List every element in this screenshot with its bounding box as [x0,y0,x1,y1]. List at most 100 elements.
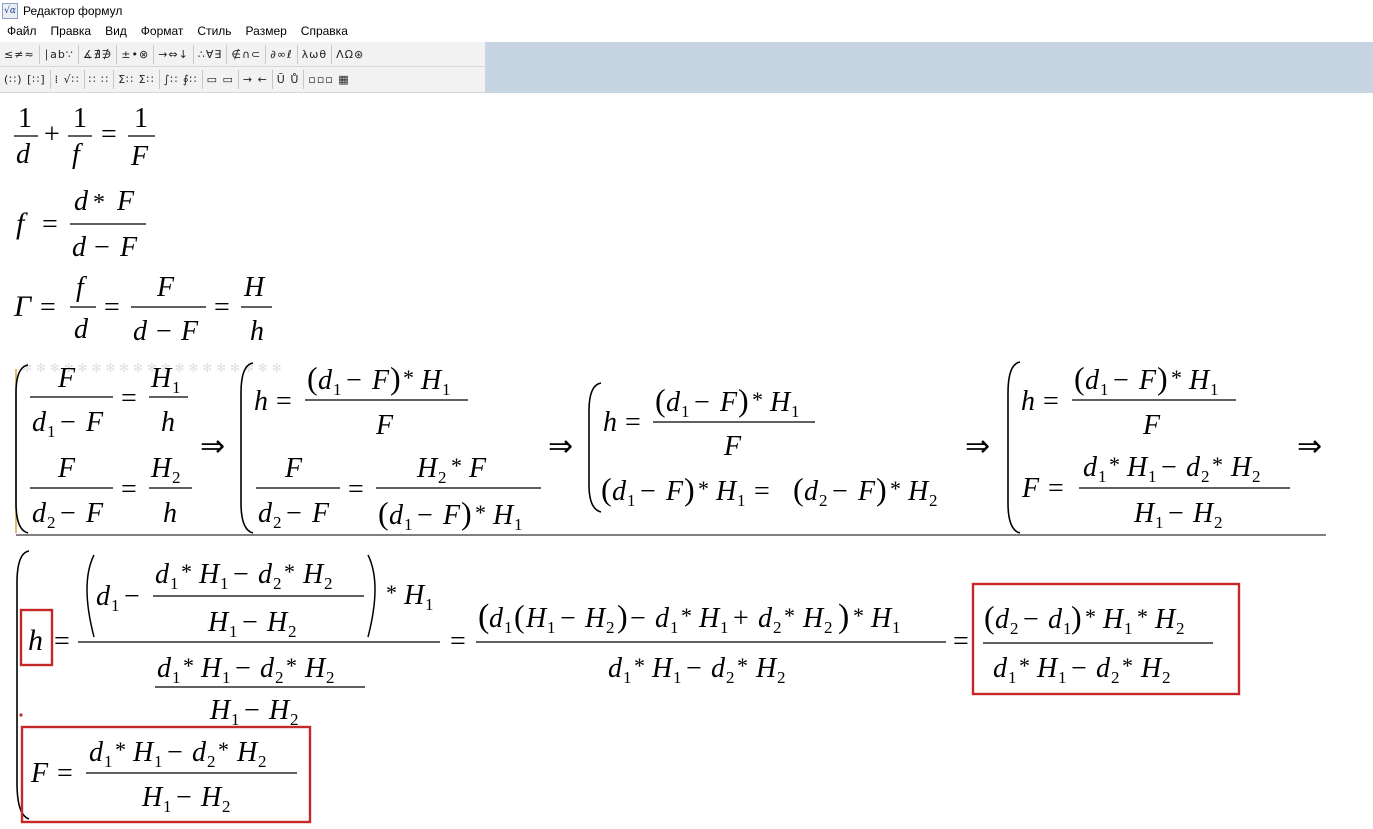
star: * [386,580,397,605]
d-symbol: d [389,500,404,531]
fractions-radicals-palette-button[interactable]: ⁞ √∷ [51,70,85,89]
paren: ( [601,471,612,507]
formula-editor-icon: √α [2,2,18,19]
numerator: F [116,186,135,217]
h-upper: H [1140,653,1163,684]
menu-edit[interactable]: Правка [44,21,99,42]
plus-sign: + [44,119,60,150]
star: * [181,559,192,584]
formula-document[interactable]: 1 d + 1 f = 1 F f = d * F d − F Γ = f d … [0,93,1373,829]
menu-size[interactable]: Размер [239,21,294,42]
h-upper: H [1230,452,1253,483]
arrows-palette-button[interactable]: →⇔↓ [154,44,194,64]
subscript: 1 [892,618,901,637]
subscript: 1 [229,622,238,641]
star: * [1137,604,1148,629]
denominator: F [723,431,742,462]
menu-style[interactable]: Стиль [190,21,238,42]
logic-palette-button[interactable]: ∴∀∃ [194,44,228,64]
denominator: f [72,139,83,170]
subscript: 2 [824,618,833,637]
system-step-3: h = ( d 1 − F ) * H 1 F ( d 1 − F ) * H … [588,382,938,513]
subscript: 1 [547,618,556,637]
toolbar-area: ≤≠≈ ∣ab∵ ∡∄∌ ±•⊗ →⇔↓ ∴∀∃ ∉∩⊂ ∂∞ℓ λωθ ΛΩ⊛… [0,42,1373,93]
formula-canvas: 1 d + 1 f = 1 F f = d * F d − F Γ = f d … [13,103,1326,824]
labeled-arrows-palette-button[interactable]: → ← [239,70,273,89]
star: * [681,603,692,628]
subscript: 1 [333,380,342,399]
f-symbol: F [442,500,461,531]
left-brace [240,362,254,534]
subscript: 1 [154,752,163,771]
equals-sign: = [121,474,137,505]
summation-palette-button[interactable]: Σ∷ Σ∷ [114,70,160,89]
equals-sign: = [450,626,466,657]
embellishments-palette-button[interactable]: ∡∄∌ [79,44,118,64]
minus-sign: − [242,607,258,638]
d-symbol: d [711,653,726,684]
scripts-palette-button[interactable]: ∷ ∷ [85,70,115,89]
menu-bar: Файл Правка Вид Формат Стиль Размер Спра… [0,21,1373,42]
subscript: 2 [324,574,333,593]
numerator: F [156,272,175,303]
integrals-palette-button[interactable]: ∫∷ ∮∷ [160,70,203,89]
spaces-palette-button[interactable]: ∣ab∵ [40,44,79,64]
misc-palette-button[interactable]: ∂∞ℓ [266,44,298,64]
h-upper: H [1154,604,1177,635]
products-palette-button[interactable]: Ū Ů [273,70,305,89]
menu-view[interactable]: Вид [98,21,134,42]
paren: ( [514,598,525,634]
star: * [115,737,126,762]
minus-sign: − [156,316,172,347]
paren: ) [617,598,628,634]
operators-palette-button[interactable]: ±•⊗ [117,44,155,64]
subscript: 1 [1058,668,1067,687]
minus-sign: − [235,653,251,684]
menu-help[interactable]: Справка [294,21,355,42]
subscript: 2 [275,668,284,687]
d-symbol: d [258,498,273,529]
bars-palette-button[interactable]: ▭ ▭ [203,70,239,89]
f-symbol: F [311,498,330,529]
numerator: F [284,453,303,484]
star: * [752,387,763,412]
subscript: 1 [737,491,746,510]
sets-palette-button[interactable]: ∉∩⊂ [227,44,267,64]
subscript: 2 [773,618,782,637]
f-symbol: F [85,498,104,529]
h-upper: H [1188,365,1211,396]
menu-file[interactable]: Файл [0,21,44,42]
numerator: F [57,453,76,484]
denominator: F [375,410,394,441]
relations-palette-button[interactable]: ≤≠≈ [0,44,40,64]
menu-format[interactable]: Формат [134,21,191,42]
subscript: 1 [1100,380,1109,399]
denominator: h [163,498,177,529]
star: * [286,653,297,678]
f-symbol: F [857,476,876,507]
title-bar: √α Редактор формул [0,0,1373,21]
minus-sign: − [176,782,192,813]
final-system: h = d 1 − d 1 * H 1 − d 2 * H 2 H 1 − H … [16,550,1241,824]
matrices-palette-button[interactable]: ▫▫▫ ▦ [304,70,353,89]
equals-sign: = [1043,386,1059,417]
minus-sign: − [1168,498,1184,529]
h-upper: H [132,737,155,768]
subscript: 1 [172,668,181,687]
minus-sign: − [1023,604,1039,635]
d-symbol: d [489,603,504,634]
star: * [698,476,709,501]
equals-sign: = [40,292,56,323]
h-upper: H [907,476,930,507]
equals-sign: = [54,626,70,657]
subscript: 1 [670,618,679,637]
greek-upper-palette-button[interactable]: ΛΩ⊛ [332,45,368,64]
d-symbol: d [1096,653,1111,684]
star: * [853,603,864,628]
fences-palette-button[interactable]: (∷) [∷] [0,70,51,89]
star: * [218,737,229,762]
left-brace [588,382,602,513]
greek-lower-palette-button[interactable]: λωθ [298,44,333,64]
implies-arrow: ⇒ [965,430,990,463]
system-step-4: h = ( d 1 − F ) * H 1 F F = d 1 * H 1 − … [1007,360,1290,534]
